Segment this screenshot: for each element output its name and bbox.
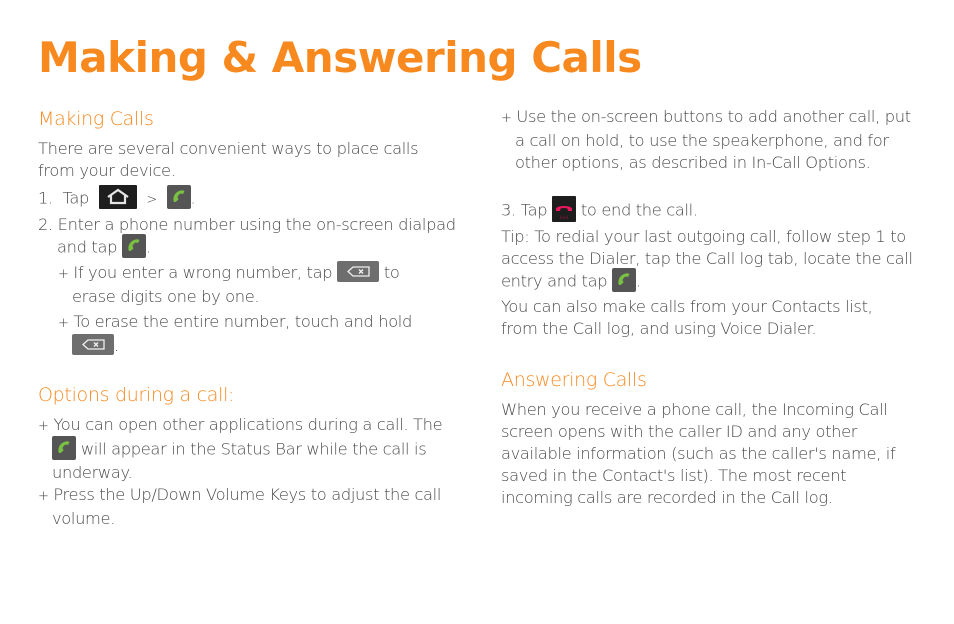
phone-icon [52,436,76,460]
bullet-volume: + Press the Up/Down Volume Keys to adjus… [38,485,442,528]
bullet-mark: + [501,111,512,126]
bullet-mark: + [38,419,49,434]
page-title: Making & Answering Calls [38,33,642,82]
bullet-wrong-number: + If you enter a wrong number, tap to er… [58,261,400,306]
step-3: 3. Tap End to end the call. [501,196,911,224]
other-call-sources: You can also make calls from your Contac… [501,297,873,338]
home-key-icon [98,185,137,209]
delete-key-icon [337,261,380,282]
end-call-icon: End [552,196,577,222]
step-number: 2. [38,215,53,234]
making-calls-intro: There are several convenient ways to pla… [38,139,419,180]
answering-calls-heading: Answering Calls [501,369,647,391]
bullet-erase-number: + To erase the entire number, touch and … [58,312,412,355]
step-number: 1. [38,188,53,208]
bullet-onscreen-buttons: + Use the on-screen buttons to add anoth… [501,107,911,172]
step-2: 2. Enter a phone number using the on-scr… [38,215,456,258]
making-calls-heading: Making Calls [38,108,154,130]
redial-tip: Tip: To redial your last outgoing call, … [501,227,913,292]
delete-key-icon [72,334,114,355]
bullet-mark: + [58,267,69,282]
step-number: 3. [501,200,516,220]
answering-calls-body: When you receive a phone call, the Incom… [501,400,896,507]
bullet-mark: + [38,489,49,504]
svg-text:End: End [560,215,568,221]
phone-icon [612,268,637,292]
step-text: Tap [62,188,90,208]
phone-icon [166,185,191,209]
bullet-mark: + [58,316,69,331]
phone-icon [121,234,146,258]
options-heading: Options during a call: [38,384,235,406]
bullet-other-apps: + You can open other applications during… [38,415,443,482]
step-text: Enter a phone number using the on-screen… [57,215,456,257]
step-1: 1. Tap > . [38,185,457,212]
separator: > [146,192,157,208]
